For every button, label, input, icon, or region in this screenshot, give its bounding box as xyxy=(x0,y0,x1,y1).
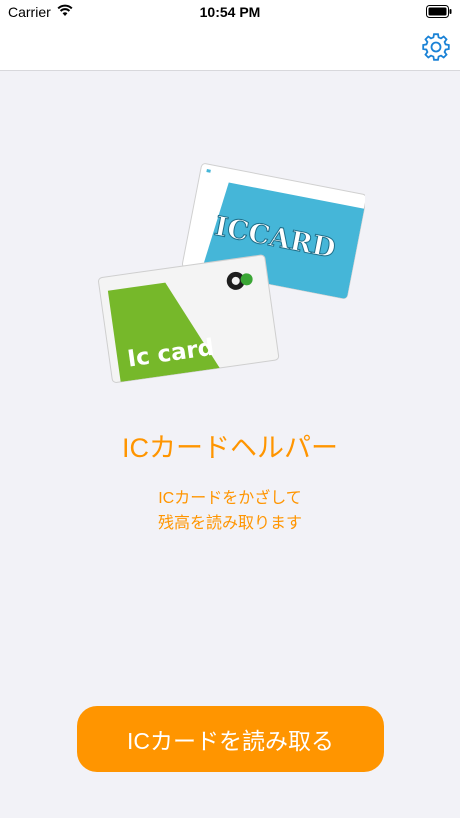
read-ic-card-button[interactable]: ICカードを読み取る xyxy=(77,706,384,772)
ic-card-illustration: ICCARD Ic card xyxy=(95,155,367,385)
status-bar: Carrier 10:54 PM xyxy=(0,0,460,24)
instruction-line-1: ICカードをかざして xyxy=(158,490,302,507)
gear-icon xyxy=(422,33,450,61)
instruction-line-2: 残高を読み取ります xyxy=(157,515,302,532)
green-ic-card: Ic card xyxy=(98,254,280,383)
instruction-text: ICカードをかざして 残高を読み取ります xyxy=(0,486,460,536)
battery-icon xyxy=(426,5,452,21)
navigation-bar xyxy=(0,24,460,71)
settings-button[interactable] xyxy=(422,33,450,61)
app-title: ICカードヘルパー xyxy=(122,433,338,463)
status-time: 10:54 PM xyxy=(199,4,261,20)
